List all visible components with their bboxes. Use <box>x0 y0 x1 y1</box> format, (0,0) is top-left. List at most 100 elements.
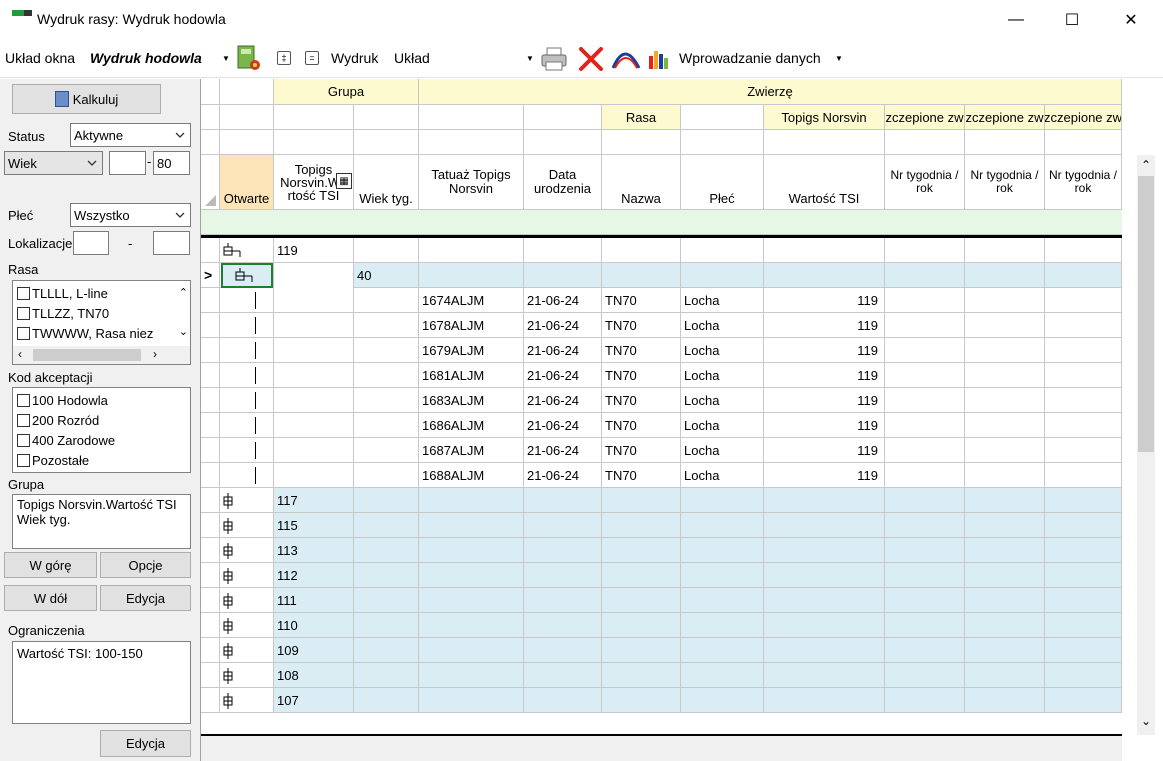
animal-row-cell[interactable] <box>965 313 1045 338</box>
age-from-input[interactable] <box>109 151 146 175</box>
column-chooser-icon[interactable]: ▦ <box>336 173 352 189</box>
animal-row-cell[interactable] <box>201 438 220 463</box>
animal-row-cell[interactable] <box>965 463 1045 488</box>
group-row-cell[interactable] <box>1045 663 1122 688</box>
move-down-button[interactable]: W dół <box>4 585 97 611</box>
animal-row-cell[interactable] <box>274 413 354 438</box>
sub-band-rasa[interactable]: Rasa <box>602 105 681 130</box>
band-group[interactable]: Grupa <box>274 79 419 105</box>
minimize-button[interactable]: — <box>993 0 1039 40</box>
group-row-cell[interactable] <box>965 613 1045 638</box>
animal-dob[interactable]: 21-06-24 <box>524 388 602 413</box>
breed-item[interactable]: TLLLL, L-line <box>13 283 173 303</box>
checkbox[interactable] <box>17 393 30 407</box>
print-layout-dropdown-icon[interactable]: ▼ <box>526 54 534 63</box>
group-row-cell[interactable] <box>965 688 1045 713</box>
group-row-cell[interactable] <box>681 538 764 563</box>
animal-name[interactable]: TN70 <box>602 363 681 388</box>
expand-node-icon[interactable] <box>222 518 244 534</box>
animal-tattoo[interactable]: 1678ALJM <box>419 313 524 338</box>
status-combo[interactable]: Aktywne <box>70 123 191 147</box>
group-row-cell[interactable] <box>419 688 524 713</box>
expand-node-icon[interactable] <box>222 568 244 584</box>
animal-tattoo[interactable]: 1674ALJM <box>419 288 524 313</box>
animal-dob[interactable]: 21-06-24 <box>524 338 602 363</box>
print-layout-combo[interactable]: Układ <box>394 50 430 66</box>
subgroup-row-cell[interactable] <box>419 263 524 288</box>
group-value[interactable]: 112 <box>274 563 354 588</box>
expand-node-icon[interactable] <box>222 543 244 559</box>
data-entry-menu[interactable]: Wprowadzanie danych <box>679 50 821 66</box>
group-row-cell[interactable] <box>354 613 419 638</box>
data-entry-dropdown-icon[interactable]: ▼ <box>835 54 843 63</box>
col-week-2[interactable]: Nr tygodnia / rok <box>965 155 1045 210</box>
limits-list[interactable]: Wartość TSI: 100-150 <box>12 641 191 724</box>
group-row-cell[interactable] <box>201 588 220 613</box>
expand-node-icon[interactable] <box>222 618 244 634</box>
group-row-cell[interactable] <box>419 588 524 613</box>
horizontal-scrollbar[interactable]: ‹ › <box>13 346 190 364</box>
animal-row-cell[interactable] <box>885 363 965 388</box>
group-value[interactable]: 117 <box>274 488 354 513</box>
animal-dob[interactable]: 21-06-24 <box>524 413 602 438</box>
sub-band-linked-2[interactable]: zczepione zw <box>965 105 1045 130</box>
animal-row-cell[interactable] <box>274 438 354 463</box>
animal-tattoo[interactable]: 1679ALJM <box>419 338 524 363</box>
animal-tattoo[interactable]: 1688ALJM <box>419 463 524 488</box>
filter-row[interactable] <box>201 210 1122 235</box>
col-open[interactable]: Otwarte <box>220 155 274 210</box>
edit-button[interactable]: Edycja <box>100 585 191 611</box>
animal-value[interactable]: 119 <box>764 388 885 413</box>
subgroup-row-cell[interactable] <box>524 263 602 288</box>
breed-item[interactable]: TLLZZ, TN70 <box>13 303 173 323</box>
accept-item[interactable]: 100 Hodowla <box>13 390 115 410</box>
animal-sex[interactable]: Locha <box>681 463 764 488</box>
checkbox[interactable] <box>17 453 30 467</box>
sub-band-linked-3[interactable]: zczepione zw <box>1045 105 1122 130</box>
animal-row-cell[interactable] <box>885 463 965 488</box>
group-row-cell[interactable] <box>681 238 764 263</box>
group-value[interactable]: 115 <box>274 513 354 538</box>
group-row-cell[interactable] <box>764 538 885 563</box>
animal-row-cell[interactable] <box>965 388 1045 413</box>
group-row-cell[interactable] <box>965 538 1045 563</box>
group-row-cell[interactable] <box>201 688 220 713</box>
group-row-cell[interactable] <box>764 663 885 688</box>
col-sex[interactable]: Płeć <box>681 155 764 210</box>
animal-dob[interactable]: 21-06-24 <box>524 313 602 338</box>
animal-row-cell[interactable] <box>274 388 354 413</box>
group-row-cell[interactable] <box>1045 688 1122 713</box>
animal-row-cell[interactable] <box>220 463 274 488</box>
location-to-input[interactable] <box>153 231 190 255</box>
group-row-cell[interactable] <box>354 513 419 538</box>
animal-sex[interactable]: Locha <box>681 313 764 338</box>
maximize-button[interactable]: ☐ <box>1049 0 1095 40</box>
animal-row-cell[interactable] <box>220 288 274 313</box>
expand-node-icon[interactable] <box>222 668 244 684</box>
group-list[interactable]: Topigs Norsvin.Wartość TSI Wiek tyg. <box>12 494 191 549</box>
group-row[interactable] <box>201 238 202 239</box>
save-layout-icon[interactable] <box>236 43 262 73</box>
group-row-cell[interactable] <box>1045 238 1122 263</box>
animal-value[interactable]: 119 <box>764 313 885 338</box>
group-row-cell[interactable] <box>965 638 1045 663</box>
animal-value[interactable]: 119 <box>764 438 885 463</box>
group-row-cell[interactable] <box>885 663 965 688</box>
group-row-cell[interactable] <box>524 588 602 613</box>
group-row-cell[interactable] <box>1045 613 1122 638</box>
group-row-cell[interactable] <box>885 563 965 588</box>
group-value[interactable]: 109 <box>274 638 354 663</box>
collapse-all-icon[interactable]: = <box>305 51 319 65</box>
animal-row-cell[interactable] <box>885 388 965 413</box>
group-row-cell[interactable] <box>419 613 524 638</box>
collapse-node-icon[interactable] <box>234 268 256 284</box>
group-row-cell[interactable] <box>354 663 419 688</box>
group-row-cell[interactable] <box>1045 488 1122 513</box>
scroll-down-icon[interactable]: ⌄ <box>179 325 188 338</box>
expand-node-icon[interactable] <box>222 593 244 609</box>
group-row-cell[interactable] <box>354 238 419 263</box>
sub-band-linked-1[interactable]: zczepione zw <box>885 105 965 130</box>
animal-row-cell[interactable] <box>201 288 220 313</box>
expand-node-icon[interactable] <box>222 693 244 709</box>
options-button[interactable]: Opcje <box>100 552 191 578</box>
